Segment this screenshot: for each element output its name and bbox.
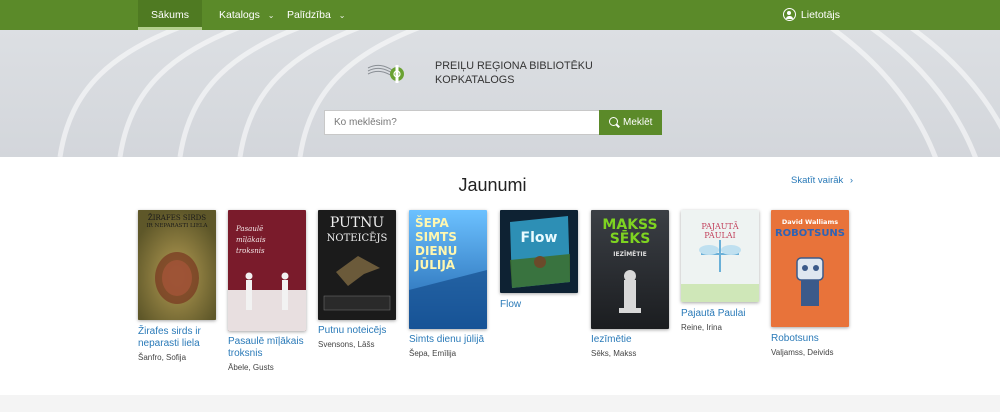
- nav-item-home[interactable]: Sākums: [138, 0, 202, 30]
- cover-text: PAJAUTĀ PAULAI: [681, 222, 759, 240]
- book-title[interactable]: Flow: [500, 299, 592, 311]
- cover-line: IEZĪMĒTIE: [613, 251, 647, 258]
- cover-text: MAKSS SĒKS IEZĪMĒTIE: [591, 218, 669, 262]
- nav-item-label: Katalogs: [219, 9, 260, 21]
- news-section: Jaunumi Skatīt vairāk › ŽIRAFES SIRDS IR…: [0, 157, 1000, 395]
- cover-line: PAULAI: [704, 231, 736, 240]
- cover-line: SĒKS: [609, 231, 651, 247]
- cover-line: ŽIRAFES SIRDS: [147, 214, 207, 222]
- top-navbar: Sākums Katalogs ⌄ Palīdzība ⌄ Lietotājs: [0, 0, 1000, 30]
- cover-text: PUTNU NOTEICĒJS: [318, 216, 396, 246]
- library-name-line2: KOPKATALOGS: [435, 74, 515, 86]
- book-title[interactable]: Simts dienu jūlijā: [409, 334, 501, 346]
- cover-text: ŽIRAFES SIRDS IR NEPARASTI LIELA: [138, 214, 216, 230]
- background-decoration: [57, 30, 1000, 157]
- see-more-label: Skatīt vairāk: [791, 175, 844, 186]
- book-author: Sēks, Makss: [591, 349, 637, 358]
- library-name: PREIĻU REĢIONA BIBLIOTĒKU KOPKATALOGS: [435, 59, 593, 87]
- nav-item-label: Sākums: [151, 9, 189, 21]
- library-logo-icon: [367, 64, 404, 83]
- book-title[interactable]: Žirafes sirds ir neparasti liela: [138, 326, 230, 350]
- cover-line: mīļākais: [236, 236, 266, 244]
- book-author: Reine, Irina: [681, 323, 722, 332]
- chevron-down-icon: ⌄: [267, 11, 275, 20]
- cover-line: David Walliams: [781, 218, 839, 226]
- book-author: Valjamss, Deivids: [771, 348, 834, 357]
- user-label: Lietotājs: [800, 9, 840, 21]
- search-button-label: Meklēt: [623, 117, 653, 128]
- cover-text: Pasaulē mīļākais troksnis: [236, 224, 296, 257]
- book-title[interactable]: Robotsuns: [771, 333, 863, 345]
- nav-item-help[interactable]: Palīdzība ⌄: [287, 0, 345, 30]
- cover-line: JŪLIJĀ: [415, 258, 456, 272]
- book-cover[interactable]: [500, 210, 578, 293]
- book-title[interactable]: Putnu noteicējs: [318, 325, 410, 337]
- book-author: Šanfro, Sofija: [138, 353, 187, 362]
- chevron-right-icon: ›: [849, 175, 854, 186]
- library-name-line1: PREIĻU REĢIONA BIBLIOTĒKU: [435, 60, 593, 72]
- cover-text: ŠEPA SIMTS DIENU JŪLIJĀ: [409, 216, 487, 272]
- cover-line: DIENU: [415, 244, 458, 258]
- cover-line: ŠEPA: [415, 216, 449, 230]
- cover-line: IR NEPARASTI LIELA: [146, 223, 208, 229]
- cover-line: PAJAUTĀ: [701, 222, 739, 231]
- cover-text: David Walliams ROBOTSUNS: [771, 216, 849, 240]
- search-input[interactable]: [324, 110, 599, 135]
- nav-item-label: Palīdzība: [287, 9, 331, 21]
- book-author: Šepa, Emīlija: [409, 349, 457, 358]
- book-title[interactable]: Pasaulē mīļākais troksnis: [228, 336, 320, 360]
- chevron-down-icon: ⌄: [338, 11, 346, 20]
- cover-line: SIMTS: [415, 230, 457, 244]
- book-author: Svensons, Lāšs: [318, 340, 375, 349]
- cover-line: Pasaulē: [236, 225, 264, 233]
- user-icon: [782, 8, 796, 21]
- book-title[interactable]: Iezīmētie: [591, 334, 683, 346]
- cover-line: PUTNU: [329, 215, 385, 231]
- cover-line: MAKSS: [602, 217, 658, 233]
- cover-line: Flow: [520, 230, 558, 246]
- footer-strip: [0, 395, 1000, 412]
- search-icon: [609, 117, 618, 126]
- hero-banner: PREIĻU REĢIONA BIBLIOTĒKU KOPKATALOGS Me…: [0, 30, 1000, 157]
- book-author: Ābele, Gusts: [228, 363, 274, 372]
- nav-item-catalog[interactable]: Katalogs ⌄: [219, 0, 275, 30]
- book-title[interactable]: Pajautā Paulai: [681, 308, 773, 320]
- cover-line: troksnis: [236, 247, 265, 255]
- cover-text: Flow: [500, 230, 578, 246]
- user-menu[interactable]: Lietotājs: [782, 0, 840, 30]
- cover-line: ROBOTSUNS: [774, 228, 846, 239]
- cover-line: NOTEICĒJS: [326, 233, 388, 244]
- search-button[interactable]: Meklēt: [599, 110, 662, 135]
- see-more-link[interactable]: Skatīt vairāk ›: [791, 175, 853, 186]
